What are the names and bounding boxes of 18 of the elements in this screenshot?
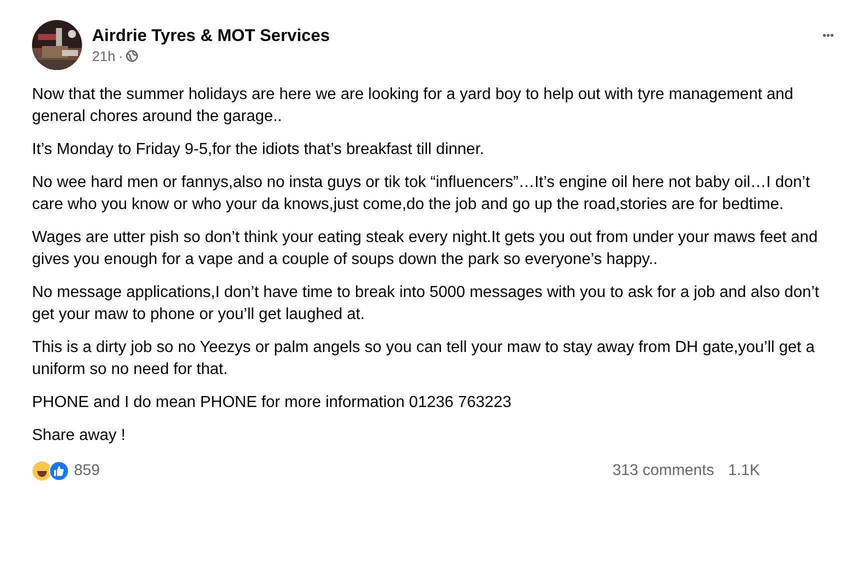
post-paragraph: Now that the summer holidays are here we are looking for a yard boy to help out with tyre management and general chores around the garage.. [32, 85, 794, 127]
post-paragraph: No message applications,I don’t have time to break into 5000 messages with you to ask for a job and also don’t get your maw to phone or you’ll get laughed at. [32, 283, 820, 325]
separator-dot: · [118, 48, 124, 64]
shares-count[interactable]: 1.1K [728, 462, 760, 480]
globe-icon [126, 50, 138, 62]
post-paragraph: Share away ! [32, 426, 126, 446]
like-reaction-icon [49, 461, 69, 481]
post-paragraph: This is a dirty job so no Yeezys or palm angels so you can tell your maw to stay away from DH gate,you’ll get a uniform so no need for that. [32, 338, 816, 380]
comments-count[interactable]: 313 comments [612, 462, 714, 480]
page-name[interactable]: Airdrie Tyres & MOT Services [92, 26, 812, 46]
more-options-button[interactable]: ••• [822, 30, 834, 42]
reaction-count[interactable]: 859 [74, 462, 100, 480]
post-paragraph: Wages are utter pish so don’t think your eating steak every night.It gets you out from under your maws feet and gives you enough for a vape and a couple of soups down the park so everyone’s happy.. [32, 228, 819, 270]
post-paragraph: PHONE and I do mean PHONE for more information 01236 763223 [32, 393, 512, 413]
post-paragraph: No wee hard men or fannys,also no insta guys or tik tok “influencers”…It’s engine oil here not baby oil…I don’t care who you know or who your da knows,just come,do the job and go up the road,stories are for bedtime. [32, 173, 811, 215]
post-time[interactable]: 21h [92, 48, 116, 64]
laughing-reaction-icon [32, 461, 52, 481]
post-paragraph: It’s Monday to Friday 9-5,for the idiots that’s breakfast till dinner. [32, 140, 486, 160]
